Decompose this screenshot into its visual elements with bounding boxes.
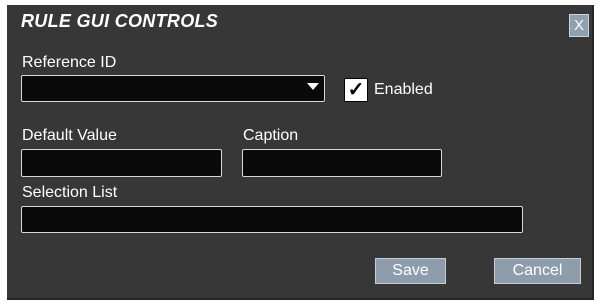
caption-label: Caption (243, 127, 299, 144)
default-value-label: Default Value (22, 127, 117, 144)
selection-list-input[interactable] (21, 206, 523, 233)
default-value-input[interactable] (21, 149, 222, 177)
selection-list-label: Selection List (22, 184, 118, 201)
cancel-button[interactable]: Cancel (494, 258, 581, 284)
enabled-label: Enabled (374, 81, 433, 98)
reference-id-dropdown[interactable] (21, 75, 325, 102)
chevron-down-icon (307, 83, 319, 90)
close-icon: X (573, 17, 584, 34)
enabled-checkbox[interactable]: ✓ (344, 78, 368, 102)
reference-id-label: Reference ID (22, 54, 117, 71)
check-icon: ✓ (347, 79, 365, 101)
caption-input[interactable] (242, 149, 442, 177)
dialog-title: RULE GUI CONTROLS (21, 11, 219, 31)
close-button[interactable]: X (569, 14, 589, 37)
save-button[interactable]: Save (375, 258, 446, 284)
